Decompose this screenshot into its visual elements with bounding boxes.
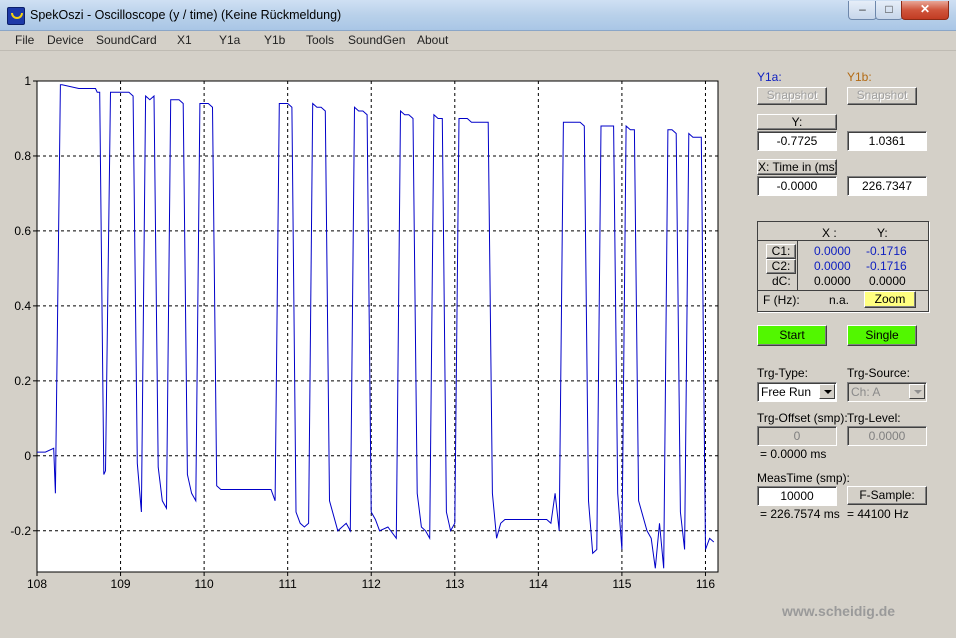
y1a-value-field[interactable]: -0.7725 <box>757 131 837 151</box>
f-sample-button[interactable]: F-Sample: <box>847 486 927 505</box>
menu-y1a[interactable]: Y1a <box>219 33 240 47</box>
start-button[interactable]: Start <box>757 325 827 346</box>
watermark: www.scheidig.de <box>782 603 896 619</box>
menu-y1b[interactable]: Y1b <box>264 33 285 47</box>
trg-source-select[interactable]: Ch: A <box>847 382 927 402</box>
y-axis-button[interactable]: Y: <box>757 114 837 130</box>
chevron-down-icon[interactable] <box>819 384 835 399</box>
y1b-value-field[interactable]: 1.0361 <box>847 131 927 151</box>
x-tick-label: 109 <box>111 577 131 591</box>
x-tick-label: 108 <box>27 577 47 591</box>
y-axis-ticks: 1 0.8 0.6 0.4 0.2 0 -0.2 <box>10 74 37 538</box>
trg-offset-ms: = 0.0000 ms <box>760 447 827 461</box>
trg-type-value: Free Run <box>761 385 812 399</box>
trg-source-label: Trg-Source: <box>847 366 910 380</box>
cursor-y-header: Y: <box>877 226 888 240</box>
trg-level-label: Trg-Level: <box>847 411 901 425</box>
cursor-c2-button[interactable]: C2: <box>766 259 796 274</box>
title-bar[interactable]: SpekOszi - Oscilloscope (y / time) (Kein… <box>0 0 956 31</box>
y-tick-label: 0 <box>24 449 31 463</box>
oscilloscope-plot[interactable]: 1 0.8 0.6 0.4 0.2 0 -0.2 108 109 110 111 112 113 114… <box>0 51 740 596</box>
single-button[interactable]: Single <box>847 325 917 346</box>
trg-offset-label: Trg-Offset (smp): <box>757 411 848 425</box>
maximize-button[interactable]: □ <box>875 1 903 20</box>
y1b-label: Y1b: <box>847 70 872 84</box>
trg-source-value: Ch: A <box>851 385 881 399</box>
f-sample-value: = 44100 Hz <box>847 507 909 521</box>
x-tick-label: 111 <box>279 577 298 591</box>
cursor-table-divider <box>797 240 798 290</box>
frequency-label: F (Hz): <box>763 293 800 307</box>
meas-time-label: MeasTime (smp): <box>757 471 850 485</box>
minimize-button[interactable]: – <box>848 1 877 20</box>
x-tick-label: 115 <box>612 577 631 591</box>
x1a-value-field[interactable]: -0.0000 <box>757 176 837 196</box>
x-tick-label: 112 <box>362 577 381 591</box>
cursor-table-divider <box>757 240 928 241</box>
y1b-snapshot-button[interactable]: Snapshot <box>847 87 917 105</box>
window-title: SpekOszi - Oscilloscope (y / time) (Kein… <box>30 8 342 22</box>
meas-time-field[interactable]: 10000 <box>757 486 837 506</box>
menu-device[interactable]: Device <box>47 33 84 47</box>
c2-x-value: 0.0000 <box>814 259 851 273</box>
frequency-value: n.a. <box>829 293 850 307</box>
x-tick-label: 116 <box>696 577 715 591</box>
x-axis-ticks: 108 109 110 111 112 113 114 115 116 <box>27 572 715 591</box>
y-tick-label: 0.4 <box>14 299 31 313</box>
oscilloscope-app-icon[interactable] <box>7 7 25 25</box>
y-tick-label: 1 <box>24 74 31 88</box>
trg-type-label: Trg-Type: <box>757 366 808 380</box>
chevron-down-icon[interactable] <box>909 384 925 399</box>
menu-tools[interactable]: Tools <box>306 33 334 47</box>
y-tick-label: -0.2 <box>10 524 31 538</box>
menu-soundgen[interactable]: SoundGen <box>348 33 405 47</box>
x-tick-label: 113 <box>445 577 464 591</box>
dc-x-value: 0.0000 <box>814 274 851 288</box>
cursor-x-header: X : <box>822 226 837 240</box>
c1-y-value: -0.1716 <box>866 244 907 258</box>
dc-label: dC: <box>772 274 791 288</box>
y-tick-label: 0.8 <box>14 149 31 163</box>
x-tick-label: 114 <box>529 577 548 591</box>
client-area: 1 0.8 0.6 0.4 0.2 0 -0.2 108 109 110 111 112 113 114… <box>0 51 956 638</box>
close-button[interactable]: ✕ <box>901 1 949 20</box>
cursor-c1-button[interactable]: C1: <box>766 244 796 259</box>
c2-y-value: -0.1716 <box>866 259 907 273</box>
y1a-snapshot-button[interactable]: Snapshot <box>757 87 827 105</box>
x-tick-label: 110 <box>195 577 214 591</box>
trg-offset-field[interactable]: 0 <box>757 426 837 446</box>
y-tick-label: 0.2 <box>14 374 31 388</box>
y1a-label: Y1a: <box>757 70 782 84</box>
y-tick-label: 0.6 <box>14 224 31 238</box>
menu-file[interactable]: File <box>15 33 34 47</box>
menu-soundcard[interactable]: SoundCard <box>96 33 157 47</box>
trg-level-field[interactable]: 0.0000 <box>847 426 927 446</box>
zoom-button[interactable]: Zoom <box>864 291 916 308</box>
x1b-value-field[interactable]: 226.7347 <box>847 176 927 196</box>
menu-x1[interactable]: X1 <box>177 33 192 47</box>
x-time-button[interactable]: X: Time in (ms) <box>757 159 837 175</box>
c1-x-value: 0.0000 <box>814 244 851 258</box>
menu-bar: File Device SoundCard X1 Y1a Y1b Tools S… <box>0 31 956 51</box>
trg-type-select[interactable]: Free Run <box>757 382 837 402</box>
menu-about[interactable]: About <box>417 33 448 47</box>
meas-time-ms: = 226.7574 ms <box>760 507 840 521</box>
dc-y-value: 0.0000 <box>869 274 906 288</box>
